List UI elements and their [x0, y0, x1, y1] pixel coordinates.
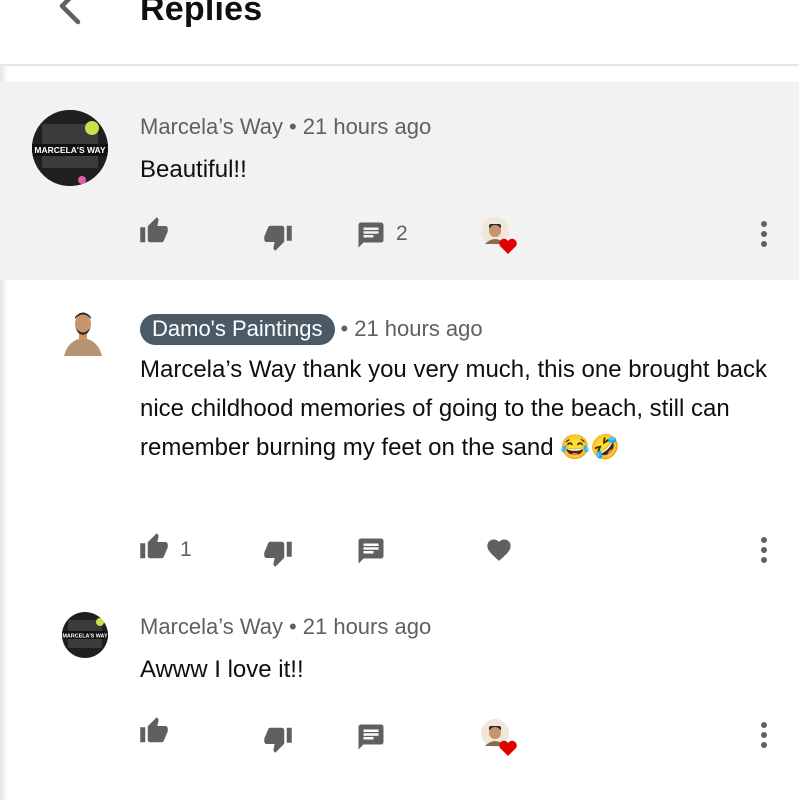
more-dot-icon — [761, 547, 767, 553]
avatar[interactable]: MARCELA'S WAY — [32, 110, 108, 186]
replies-header: Replies — [0, 0, 799, 66]
more-dot-icon — [761, 557, 767, 563]
like-button[interactable] — [138, 716, 170, 746]
comment-meta: Marcela’s Way • 21 hours ago — [140, 114, 431, 140]
comment-icon — [358, 538, 384, 564]
page-title: Replies — [140, 0, 263, 28]
reply-count: 2 — [396, 222, 408, 245]
channel-logo-image: MARCELA'S WAY — [62, 612, 108, 658]
comment-time[interactable]: 21 hours ago — [303, 114, 431, 139]
comment-time[interactable]: 21 hours ago — [354, 316, 482, 341]
back-button[interactable] — [50, 0, 90, 34]
comment-author[interactable]: Marcela’s Way — [140, 614, 283, 639]
comment-text: Awww I love it!! — [140, 656, 304, 683]
thumbs-down-icon — [264, 727, 292, 753]
thumbs-down-icon — [264, 225, 292, 251]
comment-body: Marcela’s Way thank you very much, this … — [140, 356, 767, 461]
more-dot-icon — [761, 221, 767, 227]
comment-menu-button[interactable] — [759, 722, 769, 750]
emoji: 😂🤣 — [560, 434, 620, 461]
comment-item: MARCELA'S WAY Marcela’s Way • 21 hours ago… — [0, 82, 799, 280]
thumbs-up-icon — [140, 717, 168, 743]
creator-heart-icon — [481, 217, 517, 254]
comment-text: Marcela’s Way thank you very much, this … — [140, 350, 780, 467]
reply-button[interactable] — [356, 220, 386, 250]
svg-text:MARCELA'S WAY: MARCELA'S WAY — [34, 145, 105, 155]
comment-item: MARCELA'S WAY Marcela’s Way • 21 hours ago… — [0, 600, 799, 800]
comment-menu-button[interactable] — [759, 537, 769, 565]
creator-heart — [480, 216, 520, 256]
channel-logo-image: MARCELA'S WAY — [32, 110, 108, 186]
comment-icon — [358, 222, 384, 248]
more-dot-icon — [761, 231, 767, 237]
comment-item: Damo's Paintings • 21 hours ago Marcela’s … — [0, 296, 799, 596]
thumbs-down-icon — [264, 541, 292, 567]
dislike-button[interactable] — [262, 222, 294, 252]
comment-menu-button[interactable] — [759, 221, 769, 249]
comment-time[interactable]: 21 hours ago — [303, 614, 431, 639]
comment-meta: Marcela’s Way • 21 hours ago — [140, 614, 431, 640]
more-dot-icon — [761, 722, 767, 728]
creator-heart-icon — [481, 719, 517, 756]
reply-button[interactable] — [356, 536, 386, 566]
svg-text:MARCELA'S WAY: MARCELA'S WAY — [62, 634, 108, 640]
thumbs-up-icon — [140, 217, 168, 243]
back-arrow-icon — [59, 0, 81, 25]
heart-button[interactable] — [484, 536, 514, 564]
dislike-button[interactable] — [262, 538, 294, 568]
meta-separator: • — [340, 316, 349, 341]
avatar[interactable] — [62, 306, 104, 356]
comment-icon — [358, 724, 384, 750]
comment-meta: Damo's Paintings • 21 hours ago — [140, 314, 483, 345]
more-dot-icon — [761, 732, 767, 738]
more-dot-icon — [761, 742, 767, 748]
reply-button[interactable] — [356, 722, 386, 752]
comment-text: Beautiful!! — [140, 156, 247, 183]
creator-author-badge[interactable]: Damo's Paintings — [140, 314, 335, 345]
more-dot-icon — [761, 537, 767, 543]
like-count: 1 — [180, 538, 192, 561]
dislike-button[interactable] — [262, 724, 294, 754]
more-dot-icon — [761, 241, 767, 247]
comment-author[interactable]: Marcela’s Way — [140, 114, 283, 139]
creator-heart — [480, 718, 520, 758]
author-photo-image — [62, 306, 104, 356]
like-button[interactable] — [138, 532, 170, 562]
heart-icon — [487, 539, 511, 561]
meta-separator: • — [289, 614, 297, 639]
avatar[interactable]: MARCELA'S WAY — [62, 612, 108, 658]
like-button[interactable] — [138, 216, 170, 246]
thumbs-up-icon — [140, 533, 168, 559]
meta-separator: • — [289, 114, 297, 139]
